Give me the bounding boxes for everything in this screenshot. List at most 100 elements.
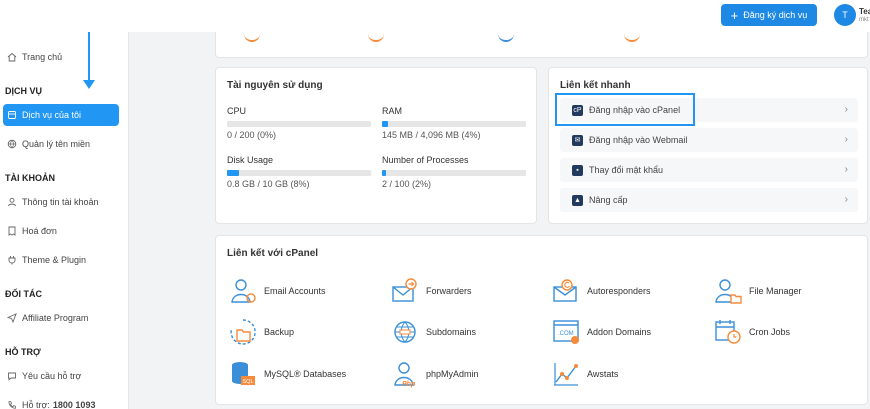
- cpanel-mysql-databases[interactable]: SQL MySQL® Databases: [229, 360, 346, 388]
- addon-domains-icon: .COM: [553, 320, 579, 344]
- annotation-arrow-line: [88, 32, 90, 82]
- forwarders-icon: [392, 278, 417, 302]
- cpu-bar: [227, 121, 371, 127]
- user-icon: [8, 197, 16, 207]
- user-name[interactable]: Tea: [859, 7, 870, 16]
- resources-title: Tài nguyên sử dụng: [227, 80, 323, 91]
- section-title-account: TÀI KHOẢN: [5, 173, 55, 183]
- cron-jobs-icon: [715, 320, 741, 344]
- cpanel-email-accounts[interactable]: Email Accounts: [229, 277, 326, 305]
- phpmyadmin-icon: Php: [394, 362, 416, 388]
- chevron-right-icon: ›: [844, 164, 848, 175]
- svg-text:Php: Php: [402, 381, 416, 388]
- cpanel-item-label: Cron Jobs: [749, 327, 791, 337]
- hotline-label: Hỗ trợ:: [22, 400, 50, 409]
- cpanel-item-label: Autoresponders: [587, 286, 651, 296]
- globe-icon: [7, 139, 17, 149]
- section-title-support: HỖ TRỢ: [5, 347, 41, 357]
- disk-label: Disk Usage: [227, 155, 274, 165]
- quick-link-label: Thay đổi mật khẩu: [589, 165, 664, 175]
- email-accounts-icon: [231, 279, 256, 303]
- section-title-services: DỊCH VỤ: [5, 86, 43, 96]
- sidebar-item-label: Thông tin tài khoản: [22, 197, 99, 207]
- cpanel-item-label: phpMyAdmin: [426, 369, 479, 379]
- sidebar-item-domains[interactable]: Quản lý tên miền: [3, 133, 119, 155]
- sidebar-item-account-info[interactable]: Thông tin tài khoản: [3, 191, 119, 213]
- cpu-value: 0 / 200 (0%): [227, 130, 277, 140]
- cpanel-item-label: Addon Domains: [587, 327, 652, 337]
- sidebar-item-my-services[interactable]: Dịch vụ của tôi: [3, 104, 119, 126]
- file-manager-icon: [715, 279, 742, 304]
- cpanel-phpmyadmin[interactable]: Php phpMyAdmin: [391, 360, 479, 388]
- sidebar-item-label: Dịch vụ của tôi: [22, 110, 82, 120]
- sidebar-item-label: Theme & Plugin: [22, 255, 87, 265]
- cpanel-item-label: MySQL® Databases: [264, 369, 347, 379]
- chevron-right-icon: ›: [844, 194, 848, 205]
- subdomains-icon: [394, 321, 416, 343]
- cpanel-item-label: Subdomains: [426, 327, 477, 337]
- svg-text:.COM: .COM: [558, 331, 574, 337]
- user-subtitle: mkt: [859, 17, 869, 23]
- send-icon: [7, 313, 17, 323]
- highlight-box: [555, 93, 695, 126]
- cpanel-autoresponders[interactable]: Autoresponders: [552, 277, 651, 305]
- chevron-right-icon: ›: [844, 134, 848, 145]
- quick-link-label: Đăng nhập vào Webmail: [589, 135, 688, 145]
- mail-icon: ✉: [572, 134, 583, 146]
- processes-value: 2 / 100 (2%): [382, 179, 432, 189]
- avatar[interactable]: T: [834, 4, 856, 26]
- plus-icon: +: [730, 7, 739, 23]
- sidebar-item-affiliate[interactable]: Affiliate Program: [3, 307, 119, 329]
- register-service-button[interactable]: + Đăng ký dịch vụ: [721, 4, 817, 26]
- cpanel-item-label: Email Accounts: [264, 286, 326, 296]
- sidebar-item-hotline[interactable]: Hỗ trợ: 1800 1093: [3, 394, 119, 409]
- sidebar-item-label: Trang chủ: [22, 52, 63, 62]
- sidebar-item-label: Yêu cầu hỗ trợ: [22, 371, 82, 381]
- hotline-number: 1800 1093: [52, 400, 96, 409]
- cpanel-subdomains[interactable]: Subdomains: [391, 318, 476, 346]
- cpanel-forwarders[interactable]: Forwarders: [391, 277, 472, 305]
- chat-icon: [8, 372, 16, 381]
- cpu-label: CPU: [227, 106, 247, 116]
- receipt-icon: [8, 226, 16, 236]
- partial-icon: [498, 34, 514, 42]
- processes-bar: [382, 170, 526, 176]
- partial-icon: [624, 34, 640, 42]
- cpanel-cron-jobs[interactable]: Cron Jobs: [714, 318, 790, 346]
- quick-links-card: Liên kết nhanh cP Đăng nhập vào cPanel ›…: [548, 67, 868, 224]
- partial-top-card: [215, 32, 868, 58]
- section-title-partner: ĐỐI TÁC: [5, 289, 42, 299]
- plugin-icon: [8, 256, 16, 265]
- chevron-right-icon: ›: [844, 104, 848, 115]
- cpanel-item-label: File Manager: [749, 286, 802, 296]
- cpanel-backup[interactable]: Backup: [229, 318, 294, 346]
- partial-icon: [244, 34, 260, 42]
- cpanel-awstats[interactable]: Awstats: [552, 360, 618, 388]
- sidebar-item-label: Quản lý tên miền: [22, 139, 91, 149]
- sidebar-item-support-request[interactable]: Yêu cầu hỗ trợ: [3, 365, 119, 387]
- cpanel-file-manager[interactable]: File Manager: [714, 277, 802, 305]
- quick-link-label: Nâng cấp: [589, 195, 628, 205]
- resources-card: Tài nguyên sử dụng CPU 0 / 200 (0%) RAM …: [215, 67, 537, 224]
- cpanel-item-label: Backup: [264, 327, 295, 337]
- cpanel-addon-domains[interactable]: .COM Addon Domains: [552, 318, 651, 346]
- backup-icon: [230, 319, 256, 345]
- phone-icon: [8, 401, 16, 409]
- sidebar-item-label: Hoá đơn: [22, 226, 57, 236]
- processes-label: Number of Processes: [382, 155, 469, 165]
- quick-link-change-password[interactable]: ▪ Thay đổi mật khẩu ›: [560, 158, 858, 182]
- processes-bar-fill: [382, 170, 387, 176]
- disk-bar-fill: [227, 170, 239, 176]
- partial-icon: [368, 34, 384, 42]
- autoresponders-icon: [553, 279, 577, 302]
- quick-link-webmail-login[interactable]: ✉ Đăng nhập vào Webmail ›: [560, 128, 858, 152]
- cpanel-links-title: Liên kết với cPanel: [227, 248, 319, 259]
- sidebar-item-invoices[interactable]: Hoá đơn: [3, 220, 119, 242]
- quick-links-title: Liên kết nhanh: [560, 80, 631, 91]
- sidebar-item-home[interactable]: Trang chủ: [3, 46, 119, 68]
- quick-link-upgrade[interactable]: ▲ Nâng cấp ›: [560, 188, 858, 212]
- annotation-arrow-head-icon: [83, 80, 95, 89]
- register-service-label: Đăng ký dịch vụ: [743, 10, 808, 20]
- home-icon: [7, 52, 17, 62]
- sidebar-item-themes[interactable]: Theme & Plugin: [3, 249, 119, 271]
